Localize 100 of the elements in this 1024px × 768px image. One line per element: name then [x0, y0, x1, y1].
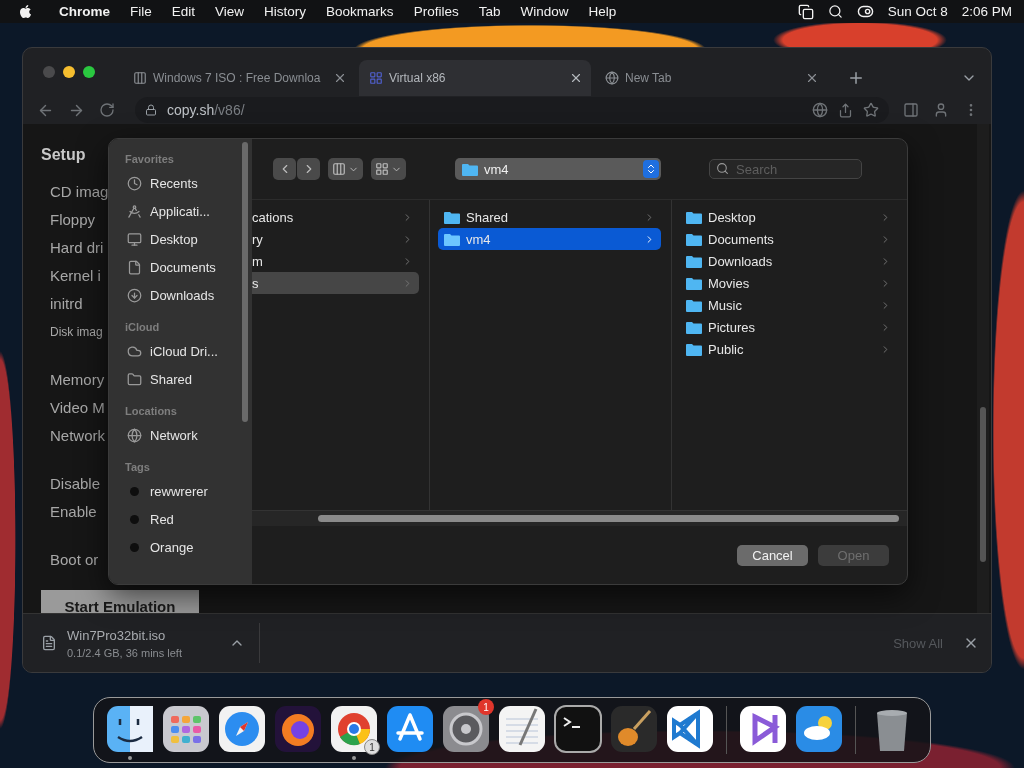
smiling-face-icon[interactable] — [106, 705, 154, 753]
section-heading: Setup — [41, 146, 86, 164]
folder-icon — [686, 232, 702, 246]
start-emulation-button[interactable]: Start Emulation — [41, 590, 199, 613]
search-icon — [716, 162, 729, 175]
folder-row[interactable]: Desktop — [680, 206, 897, 228]
fox-globe-icon[interactable] — [274, 705, 322, 753]
app-grid-icon[interactable] — [162, 705, 210, 753]
scrollbar[interactable] — [242, 142, 248, 422]
bookmark-star-icon[interactable] — [863, 102, 879, 118]
address-field[interactable]: copy.sh/v86/ — [135, 97, 889, 123]
tag-dot — [130, 486, 139, 496]
menu-item[interactable]: Help — [588, 4, 617, 19]
browser-tab[interactable]: Windows 7 ISO : Free Downloa — [123, 60, 355, 96]
menu-item[interactable]: Bookmarks — [326, 4, 394, 19]
location-popup[interactable]: vm4 — [455, 158, 661, 180]
sidebar-heading: iCloud — [124, 321, 161, 335]
back-button[interactable] — [273, 158, 296, 180]
app-store-icon[interactable] — [386, 705, 434, 753]
compass-icon[interactable] — [218, 705, 266, 753]
sidebar-item[interactable]: Applicati... — [109, 197, 252, 225]
forward-button[interactable] — [297, 158, 320, 180]
sidebar-item[interactable]: Red — [109, 505, 252, 533]
browser-icon[interactable] — [330, 705, 378, 753]
cloud-icon — [127, 343, 142, 359]
browser-tab[interactable]: Virtual x86 — [359, 60, 591, 96]
folder-row[interactable]: Downloads — [680, 250, 897, 272]
folder-row[interactable]: s — [252, 272, 419, 294]
menu-item[interactable]: Edit — [171, 4, 196, 19]
option-label: CD imag — [50, 182, 109, 202]
option-label: Video M — [50, 398, 105, 418]
folder-row[interactable]: m — [252, 250, 419, 272]
search-field[interactable]: Search — [709, 159, 862, 179]
sidebar-item[interactable]: Downloads — [109, 281, 252, 309]
code-editor-icon[interactable] — [666, 705, 714, 753]
translate-icon[interactable] — [812, 102, 828, 118]
close-icon[interactable] — [805, 71, 819, 85]
close-icon[interactable] — [333, 71, 347, 85]
folder-icon — [686, 342, 702, 356]
scrollbar[interactable] — [252, 510, 907, 526]
monitor-icon — [127, 231, 142, 247]
download-filename[interactable]: Win7Pro32bit.iso — [67, 627, 219, 643]
zoom-light[interactable] — [83, 66, 95, 78]
weather-icon[interactable] — [795, 705, 843, 753]
browser-tab[interactable]: New Tab — [595, 60, 827, 96]
dock-item[interactable]: 1 — [438, 699, 494, 761]
screen-mirroring-icon[interactable] — [797, 3, 814, 20]
folder-row[interactable]: vm4 — [438, 228, 661, 250]
menu-clock[interactable]: 2:06 PM — [961, 4, 1012, 19]
folder-row[interactable]: cations — [252, 206, 419, 228]
minimize-light[interactable] — [63, 66, 75, 78]
control-center-icon[interactable] — [856, 3, 874, 20]
side-panel-icon[interactable] — [903, 102, 919, 118]
sidebar-item[interactable]: Documents — [109, 253, 252, 281]
folder-row[interactable]: Shared — [438, 206, 661, 228]
folder-icon — [462, 162, 478, 176]
notepad-icon[interactable] — [498, 705, 546, 753]
dock-item[interactable]: 1 — [326, 699, 382, 761]
menu-item[interactable]: Profiles — [413, 4, 459, 19]
new-tab-icon[interactable] — [847, 69, 865, 87]
gear-icon[interactable] — [442, 705, 490, 753]
terminal-icon[interactable] — [554, 705, 602, 753]
sidebar-item[interactable]: Shared — [109, 365, 252, 393]
folder-row[interactable]: ry — [252, 228, 419, 250]
sidebar-heading: Favorites — [124, 153, 175, 167]
sidebar-item[interactable]: Network — [109, 421, 252, 449]
menu-item[interactable]: Window — [520, 4, 569, 19]
folder-row[interactable]: Music — [680, 294, 897, 316]
menu-item[interactable]: File — [130, 4, 152, 19]
cancel-button[interactable]: Cancel — [737, 544, 808, 566]
close-icon[interactable] — [569, 71, 583, 85]
menu-item[interactable]: History — [264, 4, 307, 19]
folder-row[interactable]: Public — [680, 338, 897, 360]
group-button[interactable] — [371, 158, 406, 180]
grid-icon — [375, 162, 389, 176]
sidebar-item[interactable]: iCloud Dri... — [109, 337, 252, 365]
reload-icon[interactable] — [99, 102, 115, 118]
apple-logo-icon[interactable] — [18, 4, 33, 19]
sidebar-item[interactable]: Recents — [109, 169, 252, 197]
guitar-icon[interactable] — [610, 705, 658, 753]
sidebar-item[interactable]: Desktop — [109, 225, 252, 253]
column-view-button[interactable] — [328, 158, 363, 180]
search-icon[interactable] — [827, 4, 843, 19]
folder-row[interactable]: Pictures — [680, 316, 897, 338]
stepper-icon — [643, 160, 659, 178]
folder-icon — [444, 210, 460, 224]
menu-item[interactable]: Chrome — [59, 4, 110, 19]
option-label: Floppy — [50, 210, 96, 230]
menu-item[interactable]: Tab — [478, 4, 501, 19]
share-icon[interactable] — [838, 102, 853, 118]
sidebar-item[interactable]: rewwrerer — [109, 477, 252, 505]
menu-item[interactable]: View — [215, 4, 245, 19]
download-icon — [127, 287, 142, 303]
menu-date[interactable]: Sun Oct 8 — [887, 4, 948, 19]
folder-row[interactable]: Movies — [680, 272, 897, 294]
sidebar-item[interactable]: Orange — [109, 533, 252, 561]
folder-row[interactable]: Documents — [680, 228, 897, 250]
scrollbar[interactable] — [977, 124, 989, 613]
profile-icon[interactable] — [933, 102, 949, 118]
option-note: Disk imag — [50, 324, 103, 341]
